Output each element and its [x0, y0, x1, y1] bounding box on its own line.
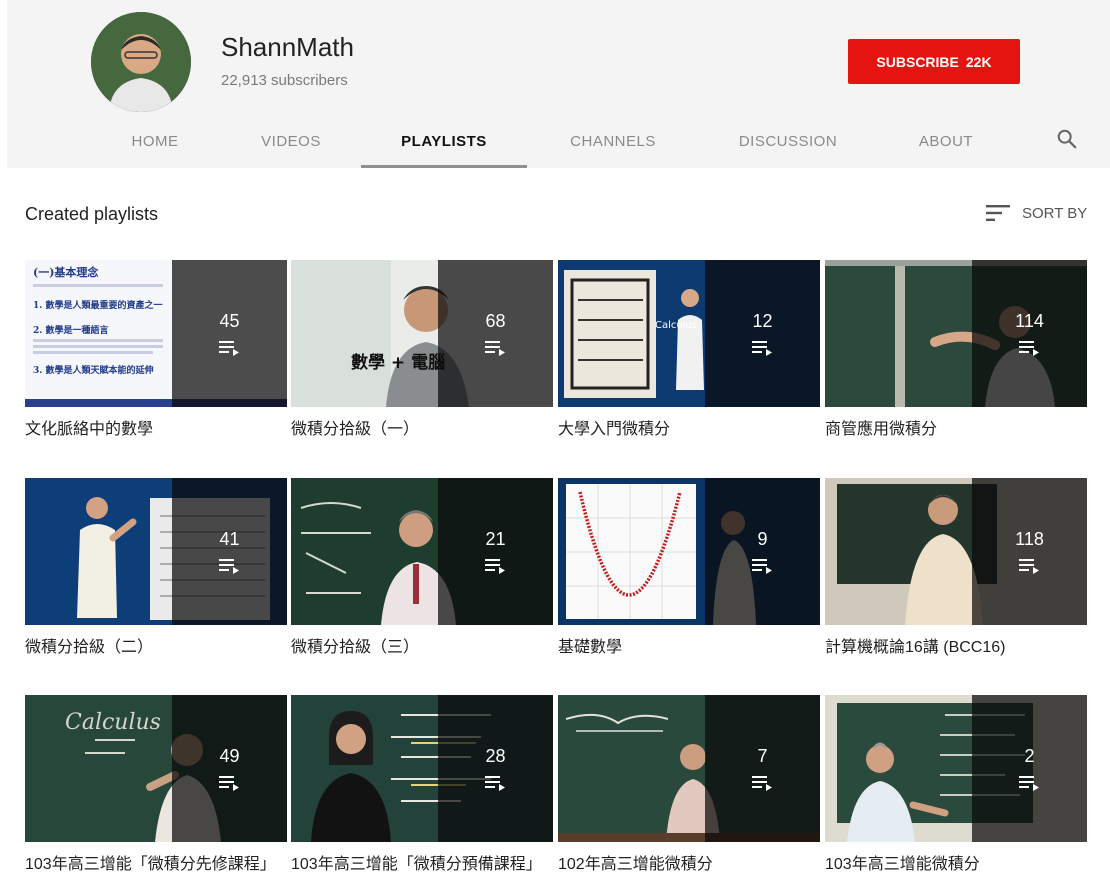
playlist-thumbnail[interactable]: 114: [825, 260, 1087, 407]
playlist-thumbnail[interactable]: 9: [558, 478, 820, 625]
playlist-thumbnail[interactable]: 28: [291, 695, 553, 842]
playlist-overlay: 28: [438, 695, 553, 842]
video-count: 28: [485, 746, 506, 766]
playlist-card[interactable]: (一)基本理念 1. 數學是人類最重要的資產之一 2. 數學是一種語言 3. 數…: [25, 260, 287, 441]
thumb-label: Calculus: [65, 710, 161, 735]
channel-tabs: HOME VIDEOS PLAYLISTS CHANNELS DISCUSSIO…: [0, 114, 1110, 168]
subscribe-count: 22K: [965, 53, 992, 70]
sort-by-button[interactable]: SORT BY: [986, 204, 1087, 222]
video-count: 68: [485, 311, 506, 331]
tab-playlists[interactable]: PLAYLISTS: [361, 114, 527, 168]
playlist-card[interactable]: 2 103年高三增能微積分: [825, 695, 1087, 876]
playlist-icon: [218, 341, 239, 356]
thumb-heading: (一)基本理念: [33, 265, 99, 279]
playlist-title[interactable]: 103年高三增能「微積分先修課程」: [25, 854, 287, 876]
subscribe-label: SUBSCRIBE: [876, 53, 959, 70]
video-count: 45: [219, 311, 240, 331]
video-count: 118: [1015, 529, 1044, 549]
video-count: 21: [485, 529, 506, 549]
playlist-card[interactable]: Calculus 12 大學入門微積分: [558, 260, 820, 441]
playlist-card[interactable]: 9 基礎數學: [558, 478, 820, 659]
playlist-title[interactable]: 103年高三增能「微積分預備課程」: [291, 854, 553, 876]
playlist-title[interactable]: 微積分拾級（二）: [25, 637, 287, 659]
playlist-title[interactable]: 大學入門微積分: [558, 419, 820, 441]
playlist-overlay: 49: [172, 695, 287, 842]
playlist-overlay: 68: [438, 260, 553, 407]
subscriber-count: 22,913 subscribers: [221, 72, 348, 89]
tab-about[interactable]: ABOUT: [896, 114, 996, 168]
playlist-title[interactable]: 微積分拾級（三）: [291, 637, 553, 659]
playlist-thumbnail[interactable]: 7: [558, 695, 820, 842]
video-count: 7: [757, 746, 768, 766]
playlist-icon: [484, 776, 505, 791]
playlist-card[interactable]: 21 微積分拾級（三）: [291, 478, 553, 659]
playlist-overlay: 12: [705, 260, 820, 407]
tab-videos[interactable]: VIDEOS: [240, 114, 342, 168]
playlist-overlay: 21: [438, 478, 553, 625]
playlist-icon: [218, 559, 239, 574]
playlist-title[interactable]: 計算機概論16講 (BCC16): [825, 637, 1087, 659]
channel-avatar[interactable]: [91, 12, 191, 112]
sort-label: SORT BY: [1022, 204, 1088, 222]
playlist-card[interactable]: 118 計算機概論16講 (BCC16): [825, 478, 1087, 659]
playlist-title[interactable]: 基礎數學: [558, 637, 820, 659]
playlist-title[interactable]: 商管應用微積分: [825, 419, 1087, 441]
playlist-overlay: 9: [705, 478, 820, 625]
playlist-card[interactable]: 41 微積分拾級（二）: [25, 478, 287, 659]
playlist-thumbnail[interactable]: 41: [25, 478, 287, 625]
thumb-line: 3. 數學是人類天賦本能的延伸: [33, 364, 154, 376]
playlist-card[interactable]: 28 103年高三增能「微積分預備課程」: [291, 695, 553, 876]
playlist-card[interactable]: 114 商管應用微積分: [825, 260, 1087, 441]
playlist-title[interactable]: 103年高三增能微積分: [825, 854, 1087, 876]
sort-icon: [986, 205, 1010, 221]
playlist-thumbnail[interactable]: Calculus 49: [25, 695, 287, 842]
playlist-icon: [1018, 341, 1039, 356]
playlist-icon: [1018, 559, 1039, 574]
playlist-icon: [751, 341, 772, 356]
playlist-thumbnail[interactable]: (一)基本理念 1. 數學是人類最重要的資產之一 2. 數學是一種語言 3. 數…: [25, 260, 287, 407]
playlist-overlay: 118: [972, 478, 1087, 625]
playlist-thumbnail[interactable]: 數學 + 電腦 68: [291, 260, 553, 407]
video-count: 12: [752, 311, 773, 331]
playlist-icon: [218, 776, 239, 791]
video-count: 9: [757, 529, 768, 549]
playlist-overlay: 7: [705, 695, 820, 842]
thumb-label: Calculus: [655, 320, 697, 331]
playlist-thumbnail[interactable]: 2: [825, 695, 1087, 842]
playlist-icon: [1018, 776, 1039, 791]
playlist-overlay: 114: [972, 260, 1087, 407]
playlist-card[interactable]: 數學 + 電腦 68 微積分拾級（一）: [291, 260, 553, 441]
playlist-thumbnail[interactable]: 118: [825, 478, 1087, 625]
playlist-title[interactable]: 微積分拾級（一）: [291, 419, 553, 441]
video-count: 114: [1015, 311, 1044, 331]
playlist-card[interactable]: 7 102年高三增能微積分: [558, 695, 820, 876]
video-count: 2: [1024, 746, 1035, 766]
playlist-overlay: 2: [972, 695, 1087, 842]
tab-home[interactable]: HOME: [104, 114, 206, 168]
thumb-caption: 數學 + 電腦: [351, 352, 445, 373]
video-count: 41: [219, 529, 240, 549]
tab-channels[interactable]: CHANNELS: [550, 114, 676, 168]
playlist-icon: [751, 776, 772, 791]
playlist-title[interactable]: 102年高三增能微積分: [558, 854, 820, 876]
playlist-card[interactable]: Calculus 49 103年高三增能「微積分先修課程」: [25, 695, 287, 876]
tab-discussion[interactable]: DISCUSSION: [722, 114, 854, 168]
playlist-title[interactable]: 文化脈絡中的數學: [25, 419, 287, 441]
search-icon[interactable]: [1056, 128, 1078, 150]
playlist-thumbnail[interactable]: Calculus 12: [558, 260, 820, 407]
playlist-icon: [484, 559, 505, 574]
thumb-line: 1. 數學是人類最重要的資產之一: [33, 299, 163, 311]
playlist-overlay: 41: [172, 478, 287, 625]
section-title: Created playlists: [25, 204, 159, 224]
playlist-icon: [484, 341, 505, 356]
playlist-overlay: 45: [172, 260, 287, 407]
playlist-icon: [751, 559, 772, 574]
thumb-line: 2. 數學是一種語言: [33, 324, 109, 336]
video-count: 49: [219, 746, 240, 766]
channel-name[interactable]: ShannMath: [221, 32, 354, 63]
subscribe-button[interactable]: SUBSCRIBE 22K: [848, 39, 1020, 84]
playlist-thumbnail[interactable]: 21: [291, 478, 553, 625]
